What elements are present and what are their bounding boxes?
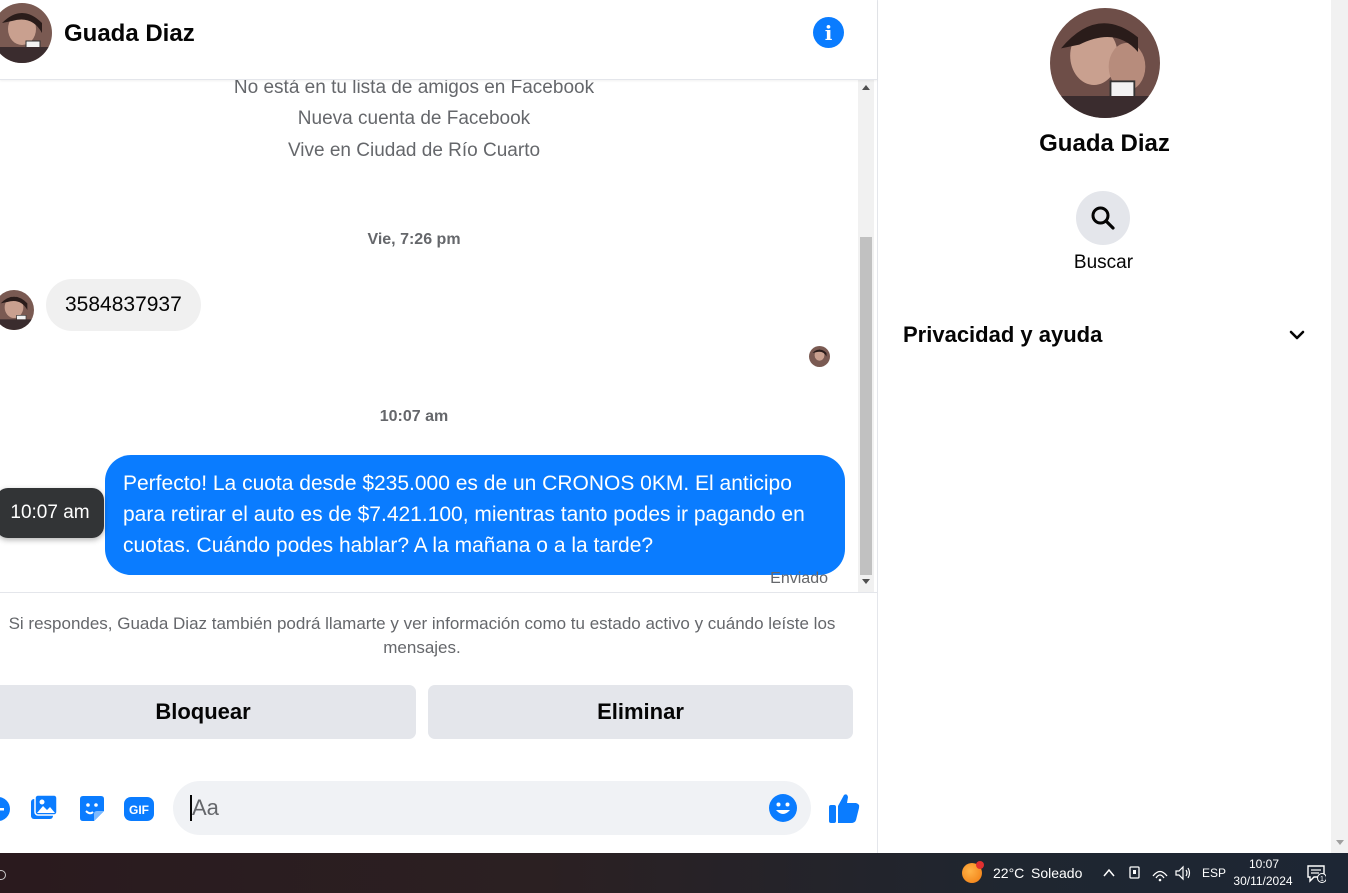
message-list[interactable]: No está en tu lista de amigos en Faceboo… [0, 80, 858, 592]
sticker-icon[interactable] [76, 793, 108, 825]
outgoing-message[interactable]: Perfecto! La cuota desde $235.000 es de … [105, 455, 845, 575]
input-language[interactable]: ESP [1202, 866, 1226, 880]
contact-name[interactable]: Guada Diaz [64, 20, 195, 48]
scroll-up-icon[interactable] [862, 85, 870, 90]
privacy-help-section[interactable]: Privacidad y ayuda [903, 320, 1308, 350]
wifi-icon[interactable] [1151, 864, 1169, 882]
page-scrollbar[interactable] [1331, 0, 1348, 853]
avatar[interactable] [0, 3, 52, 63]
divider [0, 592, 877, 593]
search-button[interactable] [1076, 191, 1130, 245]
gif-label: GIF [129, 803, 149, 817]
profile-info-new-account: Nueva cuenta de Facebook [297, 108, 531, 129]
block-button[interactable]: Bloquear [0, 685, 416, 739]
info-icon[interactable]: i [813, 17, 844, 48]
like-icon[interactable] [827, 791, 861, 825]
search-label[interactable]: Buscar [878, 252, 1329, 274]
weather-badge [976, 861, 984, 869]
scroll-down-icon[interactable] [1336, 840, 1344, 845]
taskbar-edge-icon[interactable] [0, 870, 6, 880]
notification-icon[interactable]: 1 [1306, 863, 1326, 883]
chevron-up-icon[interactable] [1102, 866, 1116, 880]
conversation-details-panel: Guada Diaz Buscar Privacidad y ayuda [877, 0, 1330, 853]
profile-info-friend: No está en tu lista de amigos en Faceboo… [233, 80, 595, 98]
message-input[interactable]: Aa [173, 781, 811, 835]
sent-status: Enviado [770, 570, 828, 587]
chat-scrollbar[interactable] [858, 80, 874, 592]
avatar[interactable] [0, 290, 34, 330]
scroll-down-icon[interactable] [862, 579, 870, 584]
delete-button[interactable]: Eliminar [428, 685, 853, 739]
details-contact-name: Guada Diaz [1039, 130, 1170, 157]
gif-icon[interactable]: GIF [123, 793, 155, 825]
temperature[interactable]: 22°C [993, 865, 1024, 881]
avatar[interactable] [1050, 8, 1160, 118]
scroll-thumb[interactable] [860, 237, 872, 575]
chat-pane: Guada Diaz i No está en tu lista de amig… [0, 0, 877, 853]
photo-icon[interactable] [28, 793, 60, 825]
clock-time[interactable]: 10:07 [1234, 857, 1294, 871]
incoming-message[interactable]: 3584837937 [46, 279, 201, 331]
chat-header: Guada Diaz i [0, 0, 877, 80]
meet-icon[interactable] [1127, 864, 1143, 882]
weather-condition[interactable]: Soleado [1031, 865, 1082, 881]
timestamp: Vie, 7:26 pm [367, 231, 461, 248]
notification-count: 1 [1320, 876, 1324, 883]
time-tooltip: 10:07 am [0, 488, 104, 538]
message-placeholder: Aa [192, 795, 219, 820]
plus-icon[interactable] [0, 793, 14, 825]
chevron-down-icon[interactable] [1286, 324, 1308, 346]
clock-date[interactable]: 30/11/2024 [1230, 874, 1296, 888]
reply-notice: Si respondes, Guada Diaz también podrá l… [8, 614, 836, 657]
seen-avatar [809, 346, 830, 367]
taskbar: 22°C Soleado ESP 10:07 30/11/2024 1 [0, 853, 1348, 893]
profile-info-location: Vive en Ciudad de Río Cuarto [287, 140, 541, 161]
emoji-icon[interactable] [768, 793, 798, 823]
volume-icon[interactable] [1174, 864, 1192, 882]
privacy-label: Privacidad y ayuda [903, 322, 1103, 347]
timestamp: 10:07 am [379, 408, 449, 425]
search-icon [1091, 206, 1115, 230]
